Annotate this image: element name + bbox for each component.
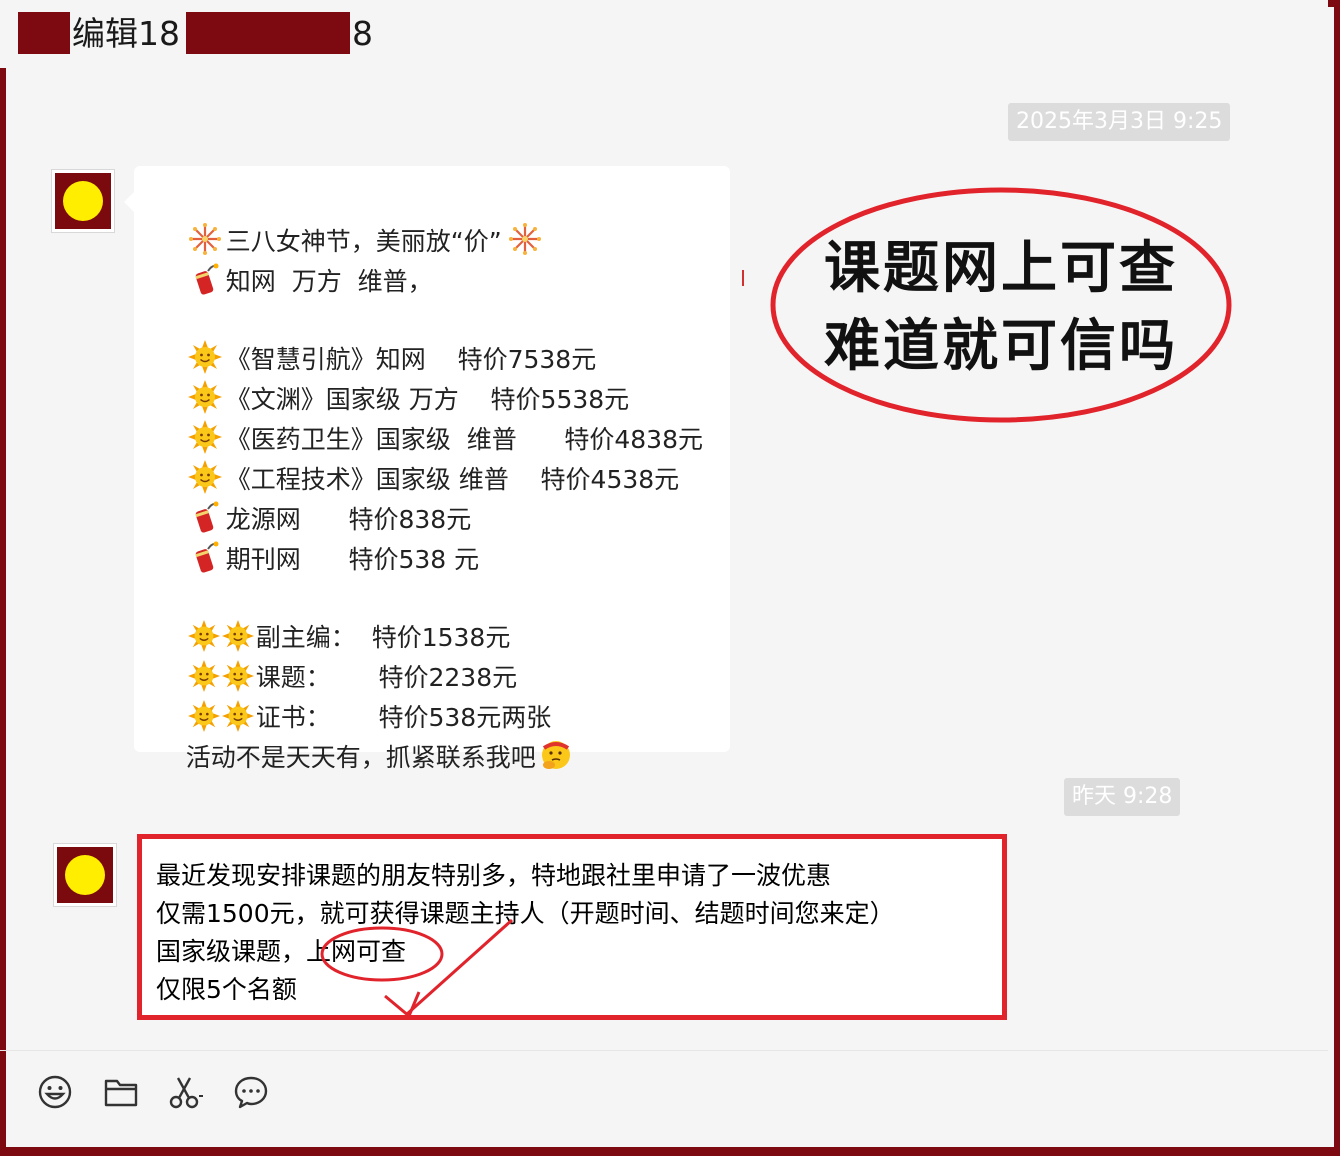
- scissors-icon[interactable]: [168, 1074, 204, 1110]
- promo-line: 《智慧引航》知网 特价7538元: [156, 300, 596, 374]
- firecracker-icon: [188, 262, 222, 296]
- offer-line: 仅需1500元，就可获得课题主持人（开题时间、结题时间您来定）: [156, 899, 895, 928]
- chat-bubble-icon[interactable]: [233, 1074, 269, 1110]
- timestamp-second: 昨天 9:28: [1064, 778, 1181, 816]
- promo-line: 证书： 特价538元两张: [156, 658, 551, 732]
- promo-line: 《文渊》国家级 万方 特价5538元: [156, 340, 629, 414]
- promo-line: 《医药卫生》国家级 维普 特价4838元: [156, 380, 703, 454]
- chat-header: 编辑18 8: [0, 0, 1328, 68]
- promo-line: 《工程技术》国家级 维普 特价4538元: [156, 420, 679, 494]
- offer-line: 最近发现安排课题的朋友特别多，特地跟社里申请了一波优惠: [156, 861, 832, 890]
- promo-line-text: 期刊网 特价538 元: [225, 545, 480, 574]
- promo-line: 知网 万方 维普，: [156, 222, 433, 296]
- cursor-mark: [742, 270, 744, 286]
- message-bubble-promo[interactable]: 三八女神节，美丽放“价” 知网 万方 维普， 《智慧引航》知网 特价7538元 …: [124, 166, 730, 772]
- chat-title-prefix: 编辑18: [72, 14, 180, 53]
- timestamp-first: 2025年3月3日 9:25: [1008, 103, 1231, 141]
- promo-line-text: 活动不是天天有，抓紧联系我吧: [185, 743, 536, 772]
- promo-line: 三八女神节，美丽放“价”: [156, 182, 546, 256]
- promo-line: 期刊网 特价538 元: [156, 500, 479, 574]
- emoji-icon[interactable]: [37, 1074, 73, 1110]
- callout-ellipse: [770, 187, 1232, 423]
- input-divider: [0, 1050, 1328, 1051]
- promo-line: 活动不是天天有，抓紧联系我吧: [154, 698, 576, 772]
- offer-line: 仅限5个名额: [156, 975, 297, 1004]
- folder-icon[interactable]: [103, 1074, 139, 1110]
- redaction-block: [18, 12, 70, 54]
- callout-line-1: 课题网上可查: [824, 236, 1178, 301]
- promo-line: 副主编： 特价1538元: [156, 578, 510, 652]
- avatar-dot: [63, 181, 103, 221]
- avatar-dot: [65, 855, 105, 895]
- thinking-face-icon: [538, 738, 572, 772]
- redaction-block: [186, 12, 350, 54]
- callout-line-2: 难道就可信吗: [824, 314, 1178, 379]
- bubble-tail: [124, 192, 134, 212]
- chat-title-suffix: 8: [352, 14, 373, 53]
- promo-line: 课题： 特价2238元: [156, 618, 517, 692]
- offer-line: 国家级课题，上网可查: [156, 937, 407, 966]
- fireworks-icon: [508, 222, 542, 256]
- callout-annotation: 课题网上可查 难道就可信吗: [770, 186, 1232, 424]
- message-bubble-offer[interactable]: 最近发现安排课题的朋友特别多，特地跟社里申请了一波优惠 仅需1500元，就可获得…: [137, 834, 1007, 1020]
- promo-line: 龙源网 特价838元: [156, 460, 471, 534]
- avatar[interactable]: [52, 170, 114, 232]
- avatar[interactable]: [54, 844, 116, 906]
- promo-line-text: 知网 万方 维普，: [225, 267, 433, 296]
- firecracker-icon: [188, 540, 222, 574]
